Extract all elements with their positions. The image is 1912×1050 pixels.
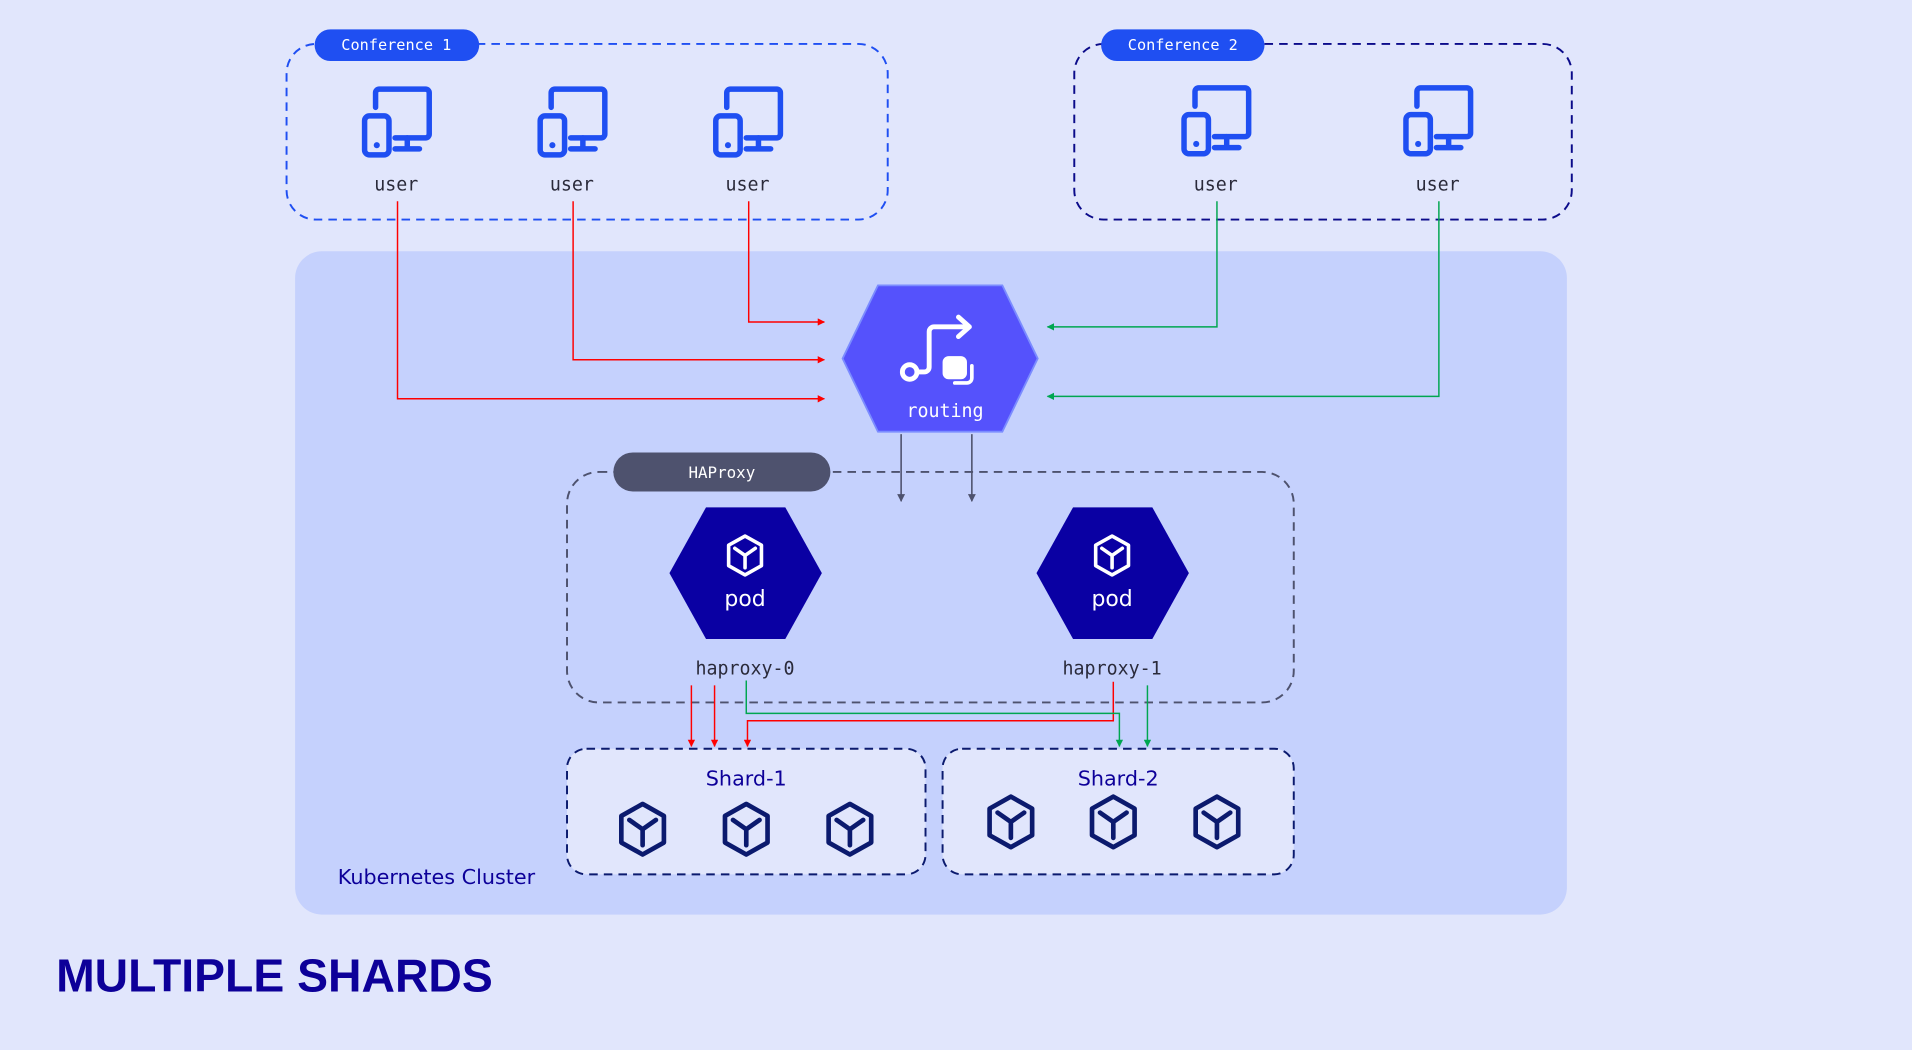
- routing-label: routing: [907, 401, 984, 422]
- haproxy-label: HAProxy: [688, 463, 755, 482]
- user-label: user: [1194, 174, 1238, 195]
- shard-1[interactable]: Shard-1: [566, 747, 927, 876]
- shard-label: Shard-2: [1078, 766, 1159, 790]
- conference-2-group: Conference 2 user user: [1073, 29, 1573, 221]
- shard-2[interactable]: Shard-2: [941, 747, 1295, 876]
- conference-2-label: Conference 2: [1128, 36, 1238, 54]
- user-label: user: [374, 174, 418, 195]
- device-icon: [540, 89, 605, 155]
- conference-1-group: Conference 1 user user user: [285, 29, 889, 221]
- pod-label: pod: [1091, 587, 1132, 612]
- page-title: MULTIPLE SHARDS: [56, 949, 493, 1001]
- device-icon: [365, 89, 430, 155]
- user-label: user: [725, 174, 769, 195]
- device-icon: [1406, 88, 1471, 154]
- device-icon: [1184, 88, 1249, 154]
- multiple-shards-diagram: Kubernetes Cluster Conference 1 user use…: [56, 29, 1573, 1001]
- pod-name: haproxy-1: [1063, 658, 1162, 679]
- pod-name: haproxy-0: [696, 658, 795, 679]
- device-icon: [716, 89, 781, 155]
- user-label: user: [550, 174, 594, 195]
- routing-node[interactable]: routing: [841, 284, 1039, 433]
- kubernetes-cluster-label: Kubernetes Cluster: [338, 865, 536, 889]
- conference-2-boundary: [1073, 42, 1573, 221]
- shard-label: Shard-1: [706, 766, 787, 790]
- conference-1-label: Conference 1: [341, 36, 451, 54]
- pod-label: pod: [724, 587, 765, 612]
- user-label: user: [1416, 174, 1460, 195]
